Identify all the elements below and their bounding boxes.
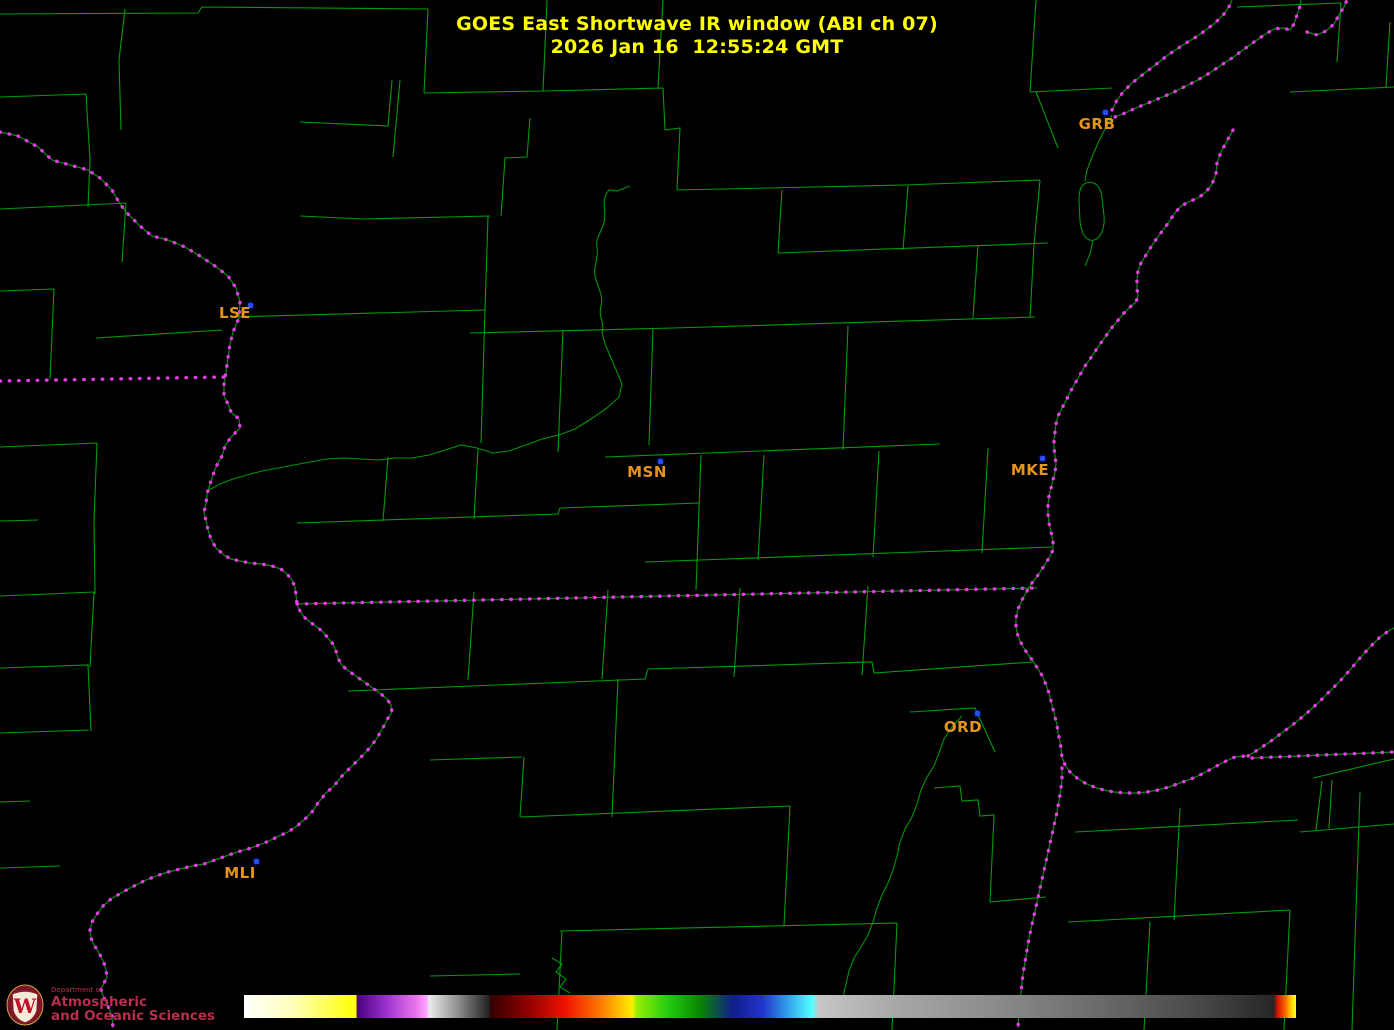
county-boundaries-layer — [0, 0, 1394, 1030]
uw-crest-icon: W — [6, 984, 44, 1026]
station-label: GRB — [1079, 115, 1116, 133]
small-creek — [552, 958, 570, 993]
color-scale-bar — [244, 995, 1296, 1018]
station-dot — [975, 711, 980, 716]
fox-river-lake-winnebago — [1079, 115, 1112, 266]
title-line-2: 2026 Jan 16 12:55:24 GMT — [0, 36, 1394, 59]
rivers-layer — [209, 115, 1112, 997]
station-label: MLI — [224, 864, 256, 882]
station-label: MKE — [1011, 461, 1049, 479]
shoreline-underlay-layer — [0, 0, 1394, 1028]
map-overlay-svg — [0, 0, 1394, 1030]
mn-ia-border-dotted — [0, 377, 225, 381]
mississippi-river-dotted — [0, 132, 392, 1028]
lake-michigan-east-shore-dotted — [1248, 628, 1394, 756]
rock-river — [843, 716, 962, 997]
satellite-image-viewport: GOES East Shortwave IR window (ABI ch 07… — [0, 0, 1394, 1030]
uw-aos-logo-text: Department of Atmospheric and Oceanic Sc… — [51, 987, 215, 1024]
uw-aos-logo: W Department of Atmospheric and Oceanic … — [6, 984, 215, 1026]
station-label: MSN — [627, 463, 667, 481]
wisconsin-river — [209, 186, 630, 490]
state-border-water-dotted-layer — [0, 0, 1394, 1028]
logo-line-1: Atmospheric — [51, 996, 215, 1010]
station-label: ORD — [944, 718, 982, 736]
crest-letter: W — [13, 994, 37, 1018]
lake-michigan-west-shore-dotted — [1016, 130, 1246, 793]
title-line-1: GOES East Shortwave IR window (ABI ch 07… — [0, 13, 1394, 36]
station-label: LSE — [219, 304, 251, 322]
image-title: GOES East Shortwave IR window (ABI ch 07… — [0, 13, 1394, 59]
logo-dept-line: Department of — [51, 987, 215, 994]
logo-line-2: and Oceanic Sciences — [51, 1010, 215, 1024]
